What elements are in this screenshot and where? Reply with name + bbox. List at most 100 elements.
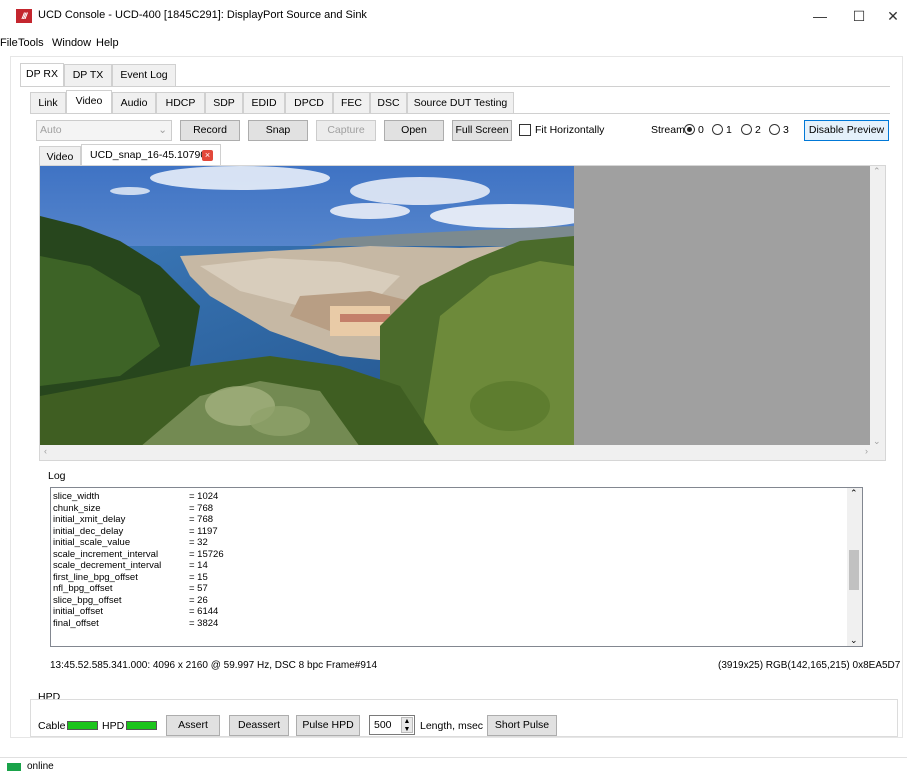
length-input-value: 500 <box>374 719 392 731</box>
online-status-icon <box>7 763 21 771</box>
scroll-down-icon[interactable]: ⌄ <box>873 436 881 447</box>
fit-horizontally-checkbox[interactable] <box>519 124 531 136</box>
snapshot-tab-label: UCD_snap_16-45.10790 <box>90 149 207 161</box>
tab-link[interactable]: Link <box>30 92 66 114</box>
tab-fec[interactable]: FEC <box>333 92 370 114</box>
log-value: = 15 <box>189 571 208 583</box>
stream-0-label: 0 <box>698 124 704 136</box>
pulse-hpd-button[interactable]: Pulse HPD <box>296 715 360 736</box>
tab-hdcp[interactable]: HDCP <box>156 92 205 114</box>
chevron-down-icon: ⌄ <box>158 124 167 136</box>
scroll-right-icon[interactable]: › <box>865 446 868 456</box>
log-value: = 768 <box>189 514 214 525</box>
tab-source-dut-testing[interactable]: Source DUT Testing <box>407 92 514 114</box>
mode-combobox[interactable]: Auto ⌄ <box>36 120 172 141</box>
log-value: = 26 <box>189 594 208 606</box>
tab-video[interactable]: Video <box>66 90 112 114</box>
landscape-photo <box>40 166 574 447</box>
tab-dp-rx[interactable]: DP RX <box>20 63 64 87</box>
cable-status-led <box>67 721 98 730</box>
log-key: final_offset <box>53 617 99 629</box>
cable-label: Cable <box>38 720 66 732</box>
log-value: = 6144 <box>189 606 219 617</box>
tab-sdp[interactable]: SDP <box>205 92 243 114</box>
statusbar-divider <box>0 757 907 758</box>
hpd-label: HPD <box>102 720 125 732</box>
record-button[interactable]: Record <box>180 120 240 141</box>
tab-dsc[interactable]: DSC <box>370 92 407 114</box>
stream-1-radio[interactable] <box>712 124 723 135</box>
window-title: UCD Console - UCD-400 [1845C291]: Displa… <box>38 9 367 21</box>
stream-2-label: 2 <box>755 124 761 136</box>
stepper-arrows-icon[interactable]: ▲ ▼ <box>401 717 413 733</box>
preview-vertical-scrollbar[interactable]: ⌃ ⌄ <box>870 166 885 447</box>
maximize-button[interactable]: ☐ <box>842 0 876 32</box>
log-value: = 1197 <box>189 525 218 537</box>
tab-edid[interactable]: EDID <box>243 92 285 114</box>
length-stepper[interactable]: 500 ▲ ▼ <box>369 715 415 735</box>
subtab-divider <box>30 113 890 114</box>
log-label: Log <box>48 470 66 482</box>
menu-tools[interactable]: Tools <box>18 37 44 49</box>
log-value: = 15726 <box>189 548 224 560</box>
short-pulse-button[interactable]: Short Pulse <box>487 715 557 736</box>
log-textbox[interactable]: slice_width = 1024 chunk_size = 768 initia… <box>50 487 863 647</box>
scroll-down-icon[interactable]: ⌄ <box>850 635 858 646</box>
stream-3-radio[interactable] <box>769 124 780 135</box>
scroll-left-icon[interactable]: ‹ <box>44 446 47 456</box>
assert-button[interactable]: Assert <box>166 715 220 736</box>
snap-button[interactable]: Snap <box>248 120 308 141</box>
log-value: = 3824 <box>189 617 219 629</box>
log-value: = 1024 <box>189 491 219 502</box>
length-label: Length, msec <box>420 720 484 732</box>
tab-dp-tx[interactable]: DP TX <box>64 64 112 86</box>
fit-horizontally-label: Fit Horizontally <box>535 124 605 136</box>
log-key: initial_offset <box>53 606 103 617</box>
log-scrollbar[interactable]: ⌃ ⌄ <box>847 488 862 646</box>
log-value: = 14 <box>189 560 208 571</box>
stream-3-label: 3 <box>783 124 789 136</box>
stream-2-radio[interactable] <box>741 124 752 135</box>
log-key: scale_increment_interval <box>53 548 159 560</box>
app-logo-icon: /// <box>16 9 32 23</box>
menu-help[interactable]: Help <box>96 37 119 49</box>
stream-0-radio[interactable] <box>684 124 695 135</box>
log-value: = 57 <box>189 583 208 594</box>
deassert-button[interactable]: Deassert <box>229 715 289 736</box>
preview-horizontal-scrollbar[interactable]: ‹ › <box>40 445 872 460</box>
video-preview-pane[interactable]: ⌃ ⌄ ‹ › <box>39 165 886 461</box>
log-key: initial_scale_value <box>53 537 131 548</box>
hpd-status-led <box>126 721 157 730</box>
log-value: = 32 <box>189 537 208 548</box>
log-key: chunk_size <box>53 502 101 514</box>
stream-label: Stream: <box>651 124 688 136</box>
tab-divider <box>20 86 890 87</box>
log-scroll-thumb[interactable] <box>849 550 859 590</box>
tab-audio[interactable]: Audio <box>112 92 156 114</box>
preview-empty-area <box>574 166 872 447</box>
stream-1-label: 1 <box>726 124 732 136</box>
close-tab-icon[interactable]: × <box>202 150 213 161</box>
disable-preview-button[interactable]: Disable Preview <box>804 120 889 141</box>
menu-file[interactable]: File <box>0 37 18 49</box>
full-screen-button[interactable]: Full Screen <box>452 120 512 141</box>
title-bar: /// UCD Console - UCD-400 [1845C291]: Di… <box>0 0 907 32</box>
pixel-info-text: (3919x25) RGB(142,165,215) 0x8EA5D7 <box>718 660 901 671</box>
log-key: initial_xmit_delay <box>53 514 126 525</box>
video-status-text: 13:45.52.585.341.000: 4096 x 2160 @ 59.9… <box>50 660 378 671</box>
log-key: slice_width <box>53 491 100 502</box>
log-key: first_line_bpg_offset <box>53 571 138 583</box>
tab-dpcd[interactable]: DPCD <box>285 92 333 114</box>
open-button[interactable]: Open <box>384 120 444 141</box>
close-window-button[interactable]: ✕ <box>876 0 907 32</box>
capture-button[interactable]: Capture <box>316 120 376 141</box>
scroll-up-icon[interactable]: ⌃ <box>873 166 881 177</box>
snapshot-image <box>40 166 574 447</box>
log-key: slice_bpg_offset <box>53 594 122 606</box>
log-key: initial_dec_delay <box>53 525 124 537</box>
menu-window[interactable]: Window <box>52 37 91 49</box>
scroll-up-icon[interactable]: ⌃ <box>850 488 858 499</box>
log-key: nfl_bpg_offset <box>53 583 113 594</box>
tab-event-log[interactable]: Event Log <box>112 64 176 86</box>
minimize-button[interactable]: — <box>803 0 837 32</box>
